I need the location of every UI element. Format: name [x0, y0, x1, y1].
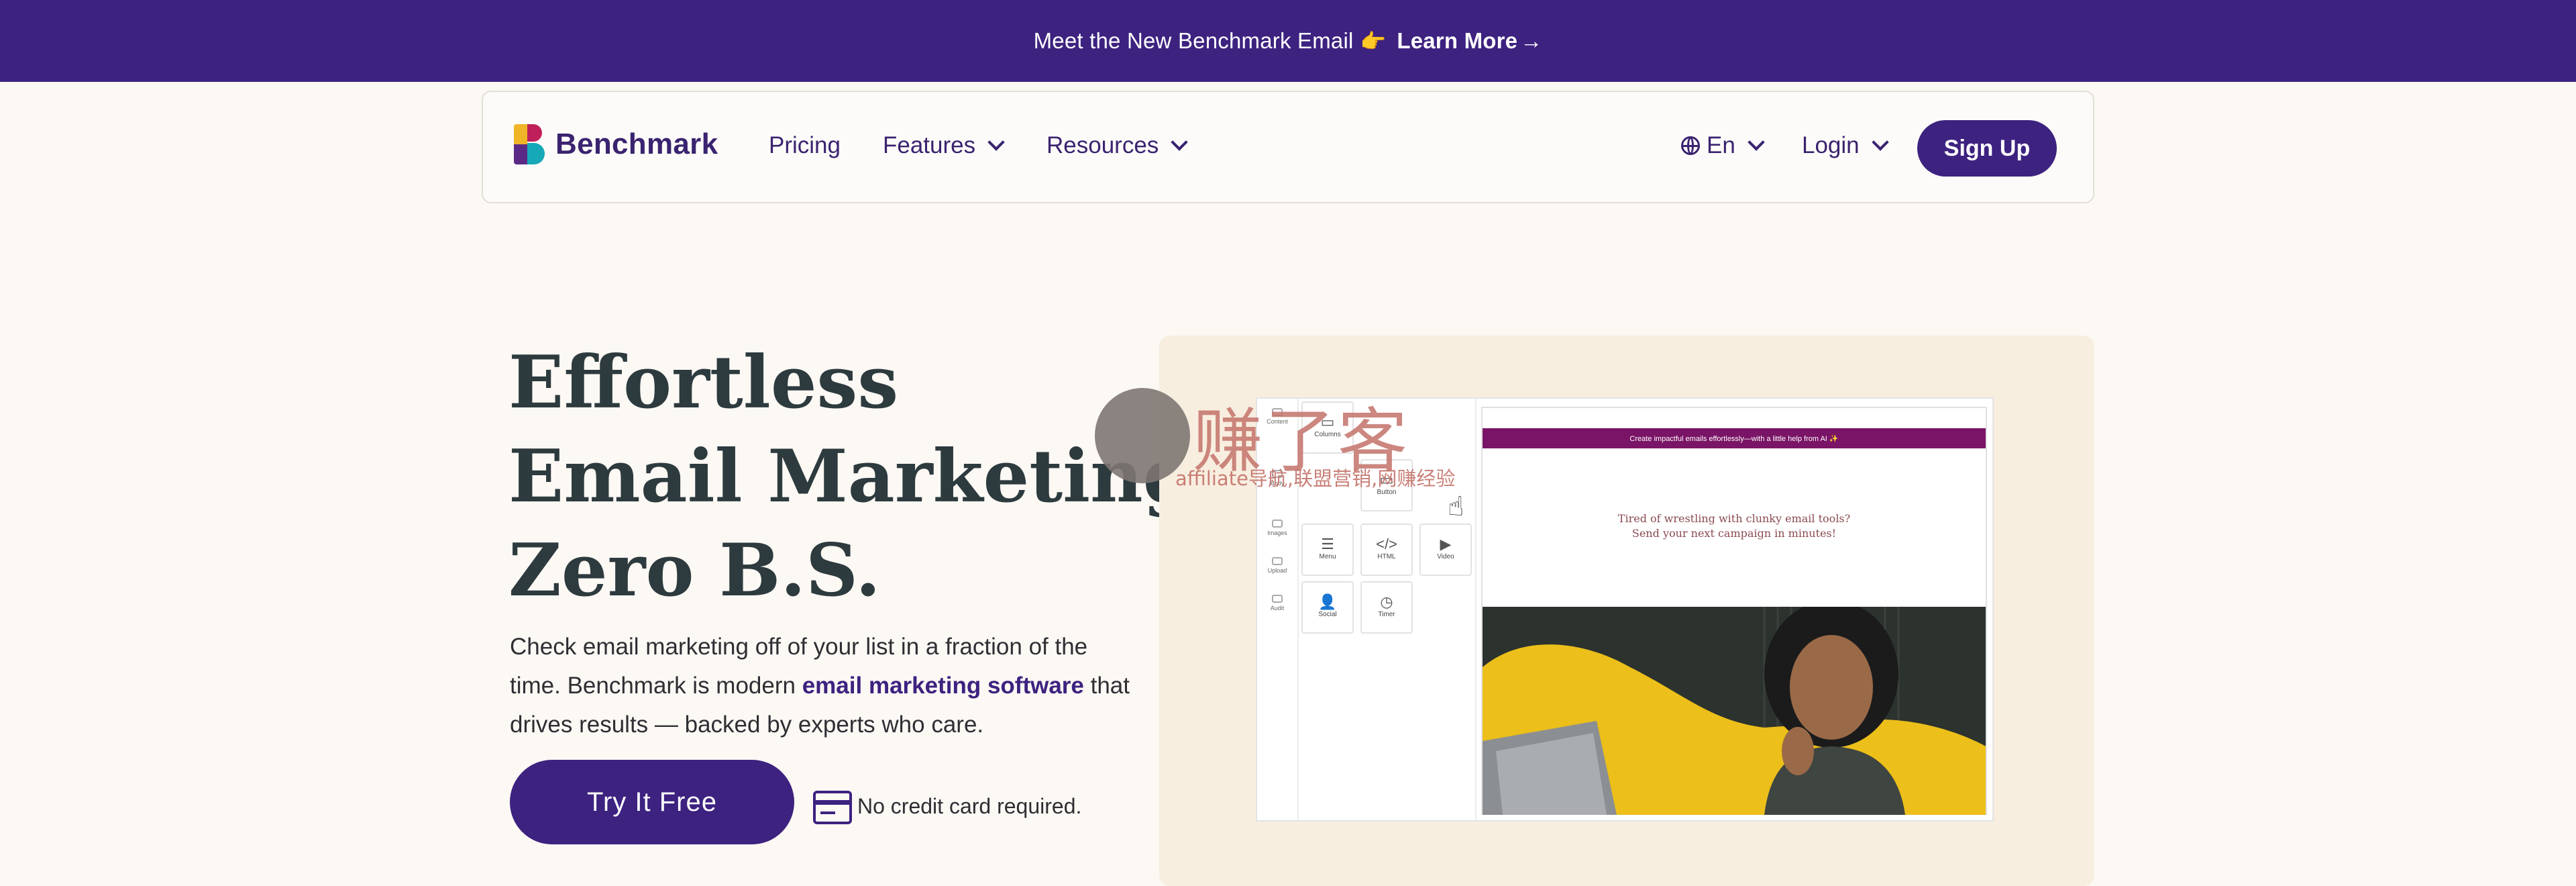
- hero-title: Effortless Email Marketing. Zero B.S.: [508, 336, 1219, 618]
- email-marketing-software-link[interactable]: email marketing software: [802, 673, 1084, 699]
- upload-icon: [1272, 557, 1283, 565]
- main-navigation: Benchmark Pricing Features Resources En …: [482, 91, 2094, 203]
- hand-cursor-icon: ☝: [1448, 492, 1464, 522]
- image-icon: [1272, 520, 1283, 528]
- try-it-free-button[interactable]: Try It Free: [510, 760, 794, 844]
- woman-with-laptop-illustration: [1483, 607, 1986, 815]
- hero-description: Check email marketing off of your list i…: [510, 628, 1134, 744]
- announcement-text: Meet the New Benchmark Email: [1033, 28, 1354, 53]
- rail-item-images: Images: [1257, 520, 1297, 536]
- nav-item-label: Features: [883, 132, 976, 158]
- chevron-down-icon: [1748, 134, 1765, 151]
- block-social: 👤 Social: [1301, 581, 1354, 634]
- chevron-down-icon: [1871, 134, 1889, 151]
- login-menu[interactable]: Login: [1802, 132, 1889, 159]
- hero-title-line: Email Marketing.: [508, 434, 1219, 519]
- no-credit-card-note: No credit card required.: [857, 794, 1082, 818]
- block-video: ▶ Video: [1419, 524, 1472, 576]
- email-hero-photo: [1483, 607, 1986, 815]
- nav-item-label: Resources: [1046, 132, 1159, 158]
- language-label: En: [1707, 132, 1735, 158]
- brand-logo[interactable]: Benchmark: [514, 124, 718, 164]
- sign-up-button[interactable]: Sign Up: [1917, 120, 2057, 177]
- pointing-hand-icon: 👉: [1360, 29, 1387, 53]
- language-selector[interactable]: En: [1681, 132, 1765, 159]
- block-menu: ☰ Menu: [1301, 524, 1354, 576]
- globe-icon: [1681, 136, 1700, 155]
- nav-item-features[interactable]: Features: [883, 132, 1005, 159]
- hero-title-line: Zero B.S.: [508, 528, 881, 613]
- brand-name: Benchmark: [555, 128, 718, 160]
- credit-card-icon: [813, 791, 852, 824]
- chevron-down-icon: [1171, 134, 1189, 151]
- block-timer: ◷ Timer: [1360, 581, 1413, 634]
- email-header-banner: Create impactful emails effortlessly—wit…: [1483, 428, 1986, 448]
- login-label: Login: [1802, 132, 1860, 158]
- arrow-right-icon[interactable]: →: [1520, 28, 1542, 54]
- rail-item-audit: Audit: [1257, 595, 1297, 611]
- chevron-down-icon: [987, 134, 1005, 151]
- email-body-text: Tired of wrestling with clunky email too…: [1617, 512, 1851, 540]
- benchmark-logo-icon: [514, 124, 546, 164]
- email-canvas: Create impactful emails effortlessly—wit…: [1481, 407, 1987, 815]
- audit-icon: [1272, 595, 1283, 603]
- nav-item-resources[interactable]: Resources: [1046, 132, 1189, 159]
- nav-item-pricing[interactable]: Pricing: [769, 132, 841, 159]
- hero-title-line: Effortless: [508, 340, 899, 425]
- announcement-bar: Meet the New Benchmark Email 👉 Learn Mor…: [0, 0, 2576, 82]
- watermark-subtitle: affiliate导航,联盟营销,网赚经验: [1175, 467, 1456, 490]
- block-html: </> HTML: [1360, 524, 1413, 576]
- learn-more-link[interactable]: Learn More: [1397, 28, 1517, 54]
- nav-item-label: Pricing: [769, 132, 841, 158]
- rail-item-upload: Upload: [1257, 557, 1297, 574]
